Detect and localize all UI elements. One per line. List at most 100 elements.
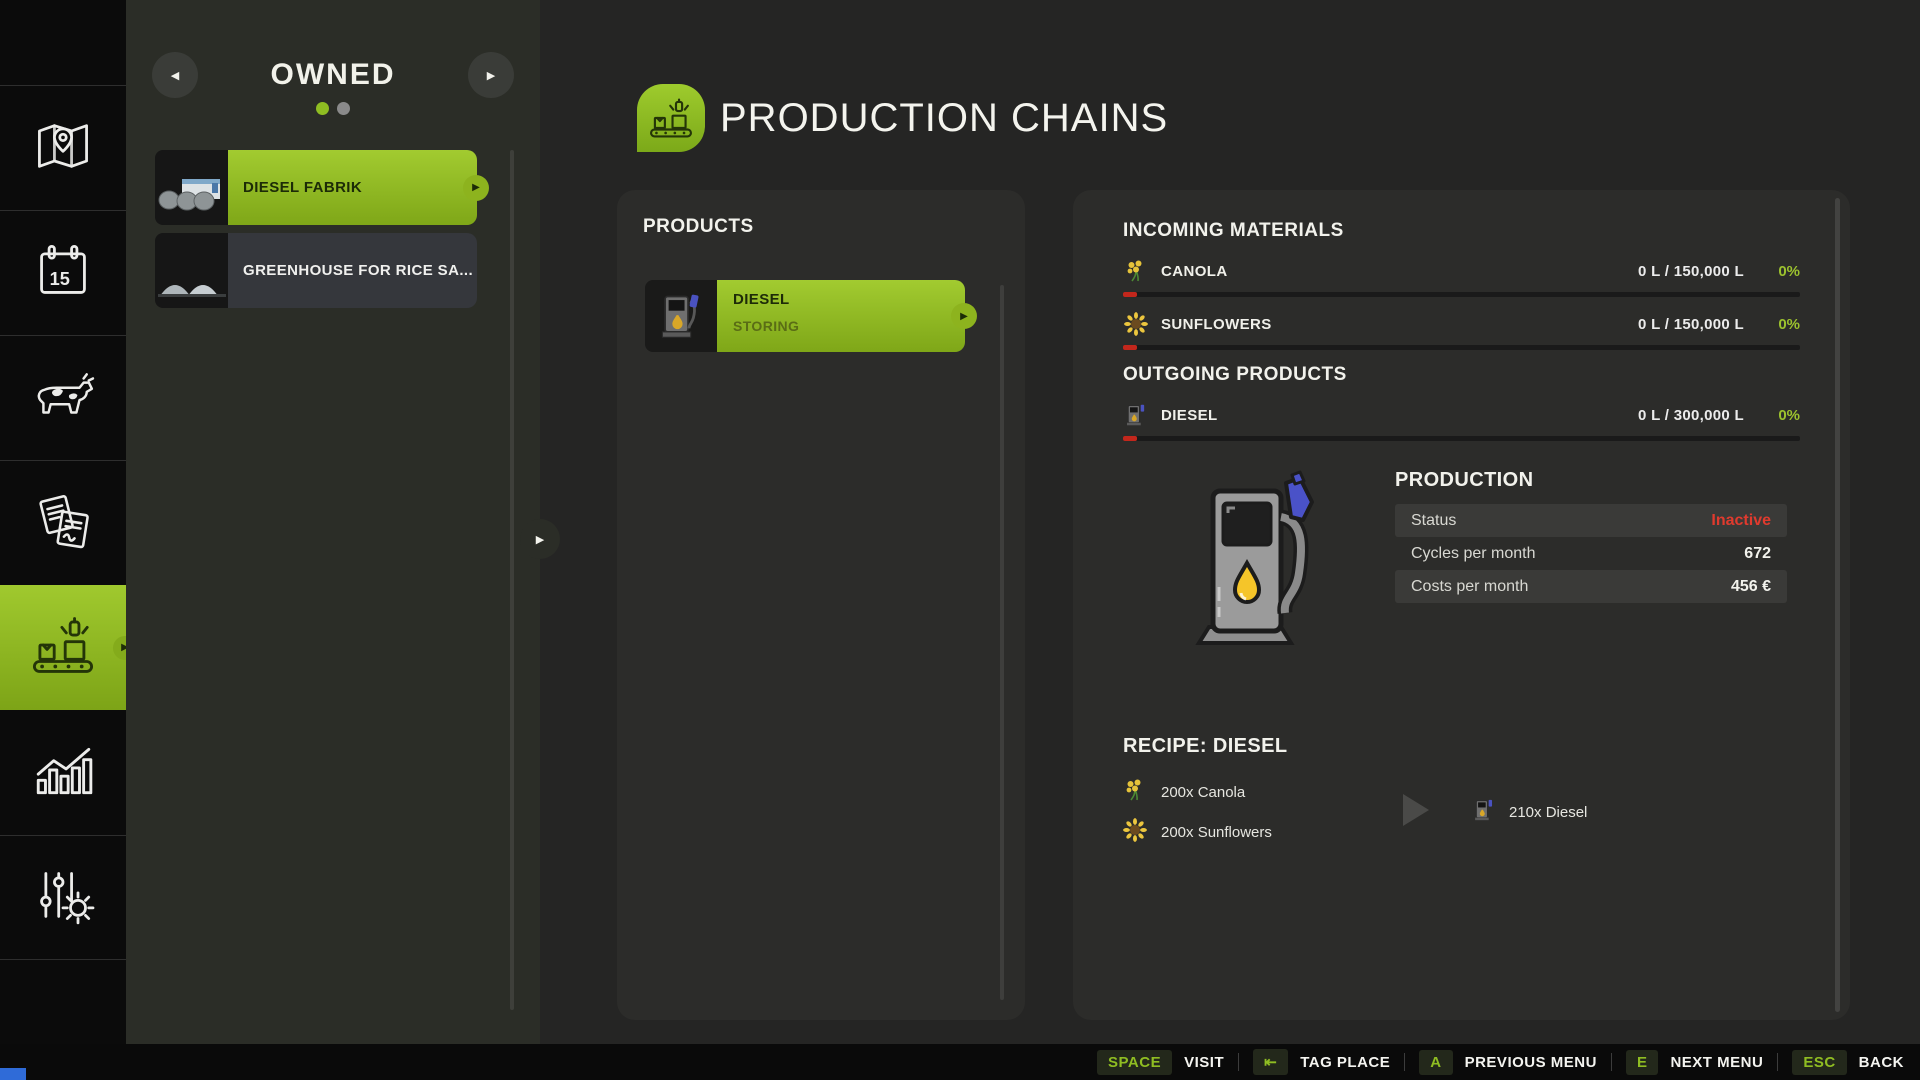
owned-item-diesel-fabrik[interactable]: DIESEL FABRIK ▶ xyxy=(155,150,477,225)
production-chains-screen: 15 xyxy=(0,0,1920,1080)
production-icon xyxy=(30,615,96,680)
material-name: CANOLA xyxy=(1161,263,1638,280)
table-row-status: Status Inactive xyxy=(1395,504,1787,537)
outgoing-row-diesel: DIESEL 0 L / 300,000 L 0% xyxy=(1123,400,1800,430)
divider xyxy=(1238,1053,1239,1071)
contracts-icon xyxy=(30,491,96,556)
factory-thumbnail xyxy=(155,150,228,225)
map-icon xyxy=(30,116,96,181)
products-title: PRODUCTS xyxy=(643,216,754,238)
sidebar-item-production[interactable]: ▶ xyxy=(0,585,126,710)
canola-icon xyxy=(1123,259,1149,283)
sunflower-icon xyxy=(1123,818,1147,846)
owned-item-greenhouse[interactable]: GREENHOUSE FOR RICE SA... xyxy=(155,233,477,308)
owned-scrollbar[interactable] xyxy=(510,150,514,1010)
production-chains-icon xyxy=(637,84,705,152)
diesel-pump-icon xyxy=(1123,403,1149,427)
recipe-title: RECIPE: DIESEL xyxy=(1123,735,1800,758)
recipe-arrow-icon xyxy=(1401,792,1431,833)
action-label: PREVIOUS MENU xyxy=(1465,1054,1597,1071)
divider xyxy=(1777,1053,1778,1071)
material-amount: 0 L / 150,000 L xyxy=(1638,263,1744,280)
owned-item-label: DIESEL FABRIK xyxy=(228,150,477,225)
divider xyxy=(1611,1053,1612,1071)
main-area: PRODUCTION CHAINS PRODUCTS DIESEL xyxy=(540,0,1920,1045)
fill-level-indicator xyxy=(1123,345,1137,350)
greenhouse-thumbnail xyxy=(155,233,228,308)
product-status: STORING xyxy=(733,318,965,334)
canola-icon xyxy=(1123,778,1147,806)
action-previous-menu[interactable]: A PREVIOUS MENU xyxy=(1419,1050,1597,1075)
action-label: TAG PLACE xyxy=(1300,1054,1390,1071)
owned-panel: ◀ OWNED ▶ xyxy=(126,0,540,1045)
sunflower-icon xyxy=(1123,312,1149,336)
next-page-button[interactable]: ▶ xyxy=(468,52,514,98)
fill-level-bar xyxy=(1123,292,1800,297)
e-key: E xyxy=(1626,1050,1659,1075)
a-key: A xyxy=(1419,1050,1452,1075)
details-scrollbar[interactable] xyxy=(1835,198,1840,1012)
action-next-menu[interactable]: E NEXT MENU xyxy=(1626,1050,1763,1075)
recipe-input-label: 200x Sunflowers xyxy=(1161,824,1272,841)
settings-sliders-icon xyxy=(30,865,96,930)
sidebar-item-animals[interactable] xyxy=(0,335,126,460)
arrow-right-icon: ▶ xyxy=(487,69,495,82)
cow-icon xyxy=(30,366,96,431)
production-block: PRODUCTION Status Inactive Cycles per mo… xyxy=(1123,469,1800,649)
sidebar-item-map[interactable] xyxy=(0,85,126,210)
statistics-icon xyxy=(30,740,96,805)
page-dot-active[interactable] xyxy=(316,102,329,115)
page-dots xyxy=(126,102,540,115)
production-title: PRODUCTION xyxy=(1395,469,1787,492)
fill-level-indicator xyxy=(1123,292,1137,297)
outgoing-products-title: OUTGOING PRODUCTS xyxy=(1123,364,1800,386)
cycles-value: 672 xyxy=(1744,545,1771,563)
material-amount: 0 L / 300,000 L xyxy=(1638,407,1744,424)
details-panel: INCOMING MATERIALS CANOLA 0 L / 150,000 … xyxy=(1073,190,1850,1020)
action-label: NEXT MENU xyxy=(1670,1054,1763,1071)
row-label: Status xyxy=(1411,512,1711,530)
sidebar-item-calendar[interactable]: 15 xyxy=(0,210,126,335)
action-visit[interactable]: SPACE VISIT xyxy=(1097,1050,1224,1075)
products-panel: PRODUCTS DIESEL STORING ▶ xyxy=(617,190,1025,1020)
product-item-diesel[interactable]: DIESEL STORING ▶ xyxy=(645,280,965,352)
page-dot[interactable] xyxy=(337,102,350,115)
material-percent: 0% xyxy=(1744,316,1800,333)
sidebar: 15 xyxy=(0,0,126,1045)
action-tag-place[interactable]: ⇤ TAG PLACE xyxy=(1253,1049,1390,1075)
recipe-input-canola: 200x Canola xyxy=(1123,778,1383,806)
recipe-output-diesel: 210x Diesel xyxy=(1473,798,1587,826)
selected-item-arrow-icon: ▶ xyxy=(951,303,977,329)
esc-key: ESC xyxy=(1792,1050,1846,1075)
sidebar-item-settings[interactable] xyxy=(0,835,126,960)
recipe-output-label: 210x Diesel xyxy=(1509,804,1587,821)
material-name: DIESEL xyxy=(1161,407,1638,424)
diesel-pump-icon xyxy=(1473,798,1495,826)
fuel-pump-illustration xyxy=(1173,469,1323,649)
sidebar-item-statistics[interactable] xyxy=(0,710,126,835)
material-percent: 0% xyxy=(1744,407,1800,424)
sidebar-item-contracts[interactable] xyxy=(0,460,126,585)
screen-artifact xyxy=(0,1068,26,1080)
production-table: PRODUCTION Status Inactive Cycles per mo… xyxy=(1395,469,1787,649)
incoming-materials-title: INCOMING MATERIALS xyxy=(1123,220,1800,242)
space-key: SPACE xyxy=(1097,1050,1172,1075)
material-amount: 0 L / 150,000 L xyxy=(1638,316,1744,333)
product-item-label: DIESEL STORING ▶ xyxy=(717,280,965,352)
action-label: BACK xyxy=(1859,1054,1904,1071)
table-row-cycles: Cycles per month 672 xyxy=(1395,537,1787,570)
product-name: DIESEL xyxy=(733,291,965,308)
recipe-input-label: 200x Canola xyxy=(1161,784,1245,801)
diesel-pump-thumbnail xyxy=(645,280,717,352)
action-label: VISIT xyxy=(1184,1054,1224,1071)
calendar-icon: 15 xyxy=(30,241,96,306)
owned-list: DIESEL FABRIK ▶ GREENHOUSE FOR RICE SA..… xyxy=(155,150,477,308)
svg-text:15: 15 xyxy=(50,268,70,288)
action-back[interactable]: ESC BACK xyxy=(1792,1050,1904,1075)
products-scrollbar[interactable] xyxy=(1000,285,1004,1000)
incoming-row-sunflowers: SUNFLOWERS 0 L / 150,000 L 0% xyxy=(1123,309,1800,339)
bottom-bar: SPACE VISIT ⇤ TAG PLACE A PREVIOUS MENU … xyxy=(0,1044,1920,1080)
fill-level-bar xyxy=(1123,436,1800,441)
recipe-block: RECIPE: DIESEL 200x Canola xyxy=(1123,735,1800,846)
recipe-input-sunflowers: 200x Sunflowers xyxy=(1123,818,1383,846)
